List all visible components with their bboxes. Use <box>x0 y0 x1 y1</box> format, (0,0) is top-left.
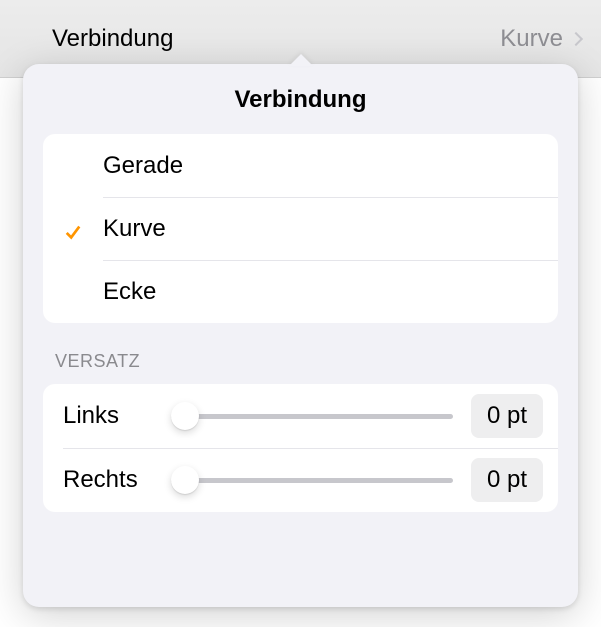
offset-left-label: Links <box>63 402 153 430</box>
offset-left-slider[interactable] <box>171 402 453 430</box>
option-ecke[interactable]: Ecke <box>43 260 558 323</box>
offset-left-row: Links 0 pt <box>43 384 558 448</box>
parent-value: Kurve <box>500 25 563 53</box>
option-label: Ecke <box>103 278 156 306</box>
offset-left-value[interactable]: 0 pt <box>471 394 543 438</box>
chevron-right-icon <box>569 32 583 46</box>
slider-track <box>171 478 453 483</box>
slider-thumb[interactable] <box>171 402 199 430</box>
checkmark-icon <box>64 220 82 238</box>
option-label: Gerade <box>103 152 183 180</box>
check-slot <box>43 220 103 238</box>
connection-type-list: Gerade Kurve Ecke <box>43 134 558 323</box>
parent-value-wrap: Kurve <box>500 25 581 53</box>
option-kurve[interactable]: Kurve <box>43 197 558 260</box>
slider-thumb[interactable] <box>171 466 199 494</box>
offset-header: Versatz <box>23 323 578 384</box>
offset-right-value[interactable]: 0 pt <box>471 458 543 502</box>
popover-title: Verbindung <box>23 64 578 134</box>
offset-right-row: Rechts 0 pt <box>43 448 558 512</box>
parent-label: Verbindung <box>52 25 173 53</box>
option-gerade[interactable]: Gerade <box>43 134 558 197</box>
option-label: Kurve <box>103 215 166 243</box>
slider-track <box>171 414 453 419</box>
verbindung-popover: Verbindung Gerade Kurve <box>23 64 578 607</box>
offset-right-label: Rechts <box>63 466 153 494</box>
offset-sliders: Links 0 pt Rechts 0 pt <box>43 384 558 512</box>
offset-right-slider[interactable] <box>171 466 453 494</box>
